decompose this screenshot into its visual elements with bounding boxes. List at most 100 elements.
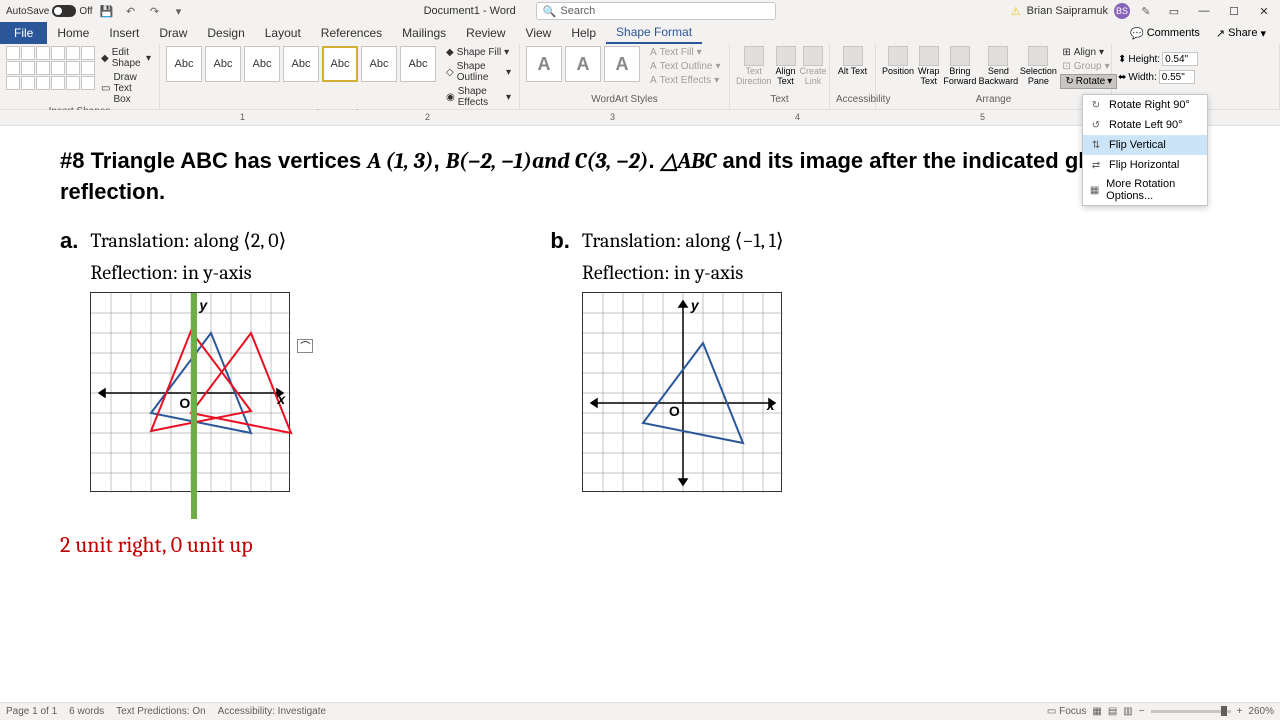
wrap-text-button[interactable]: Wrap Text bbox=[918, 46, 939, 87]
grid-b: y x O bbox=[582, 292, 782, 492]
height-icon: ⬍ bbox=[1118, 54, 1126, 65]
status-bar: Page 1 of 1 6 words Text Predictions: On… bbox=[0, 702, 1280, 720]
more-icon: ▦ bbox=[1089, 183, 1100, 197]
align-text-button[interactable]: Align Text bbox=[776, 46, 796, 87]
shape-gallery[interactable] bbox=[6, 46, 95, 90]
send-backward-button[interactable]: Send Backward bbox=[980, 46, 1016, 87]
word-count[interactable]: 6 words bbox=[69, 706, 104, 717]
minimize-icon[interactable]: — bbox=[1192, 1, 1216, 21]
alt-text-button[interactable]: Alt Text bbox=[836, 46, 869, 77]
flip-vertical-icon: ⇅ bbox=[1089, 138, 1103, 152]
shape-style-5[interactable]: Abc bbox=[322, 46, 358, 82]
rotate-button[interactable]: ↻ Rotate ▾ bbox=[1060, 74, 1117, 89]
tab-references[interactable]: References bbox=[311, 22, 392, 44]
rotate-left-icon: ↺ bbox=[1089, 118, 1103, 132]
zoom-level[interactable]: 260% bbox=[1248, 706, 1274, 717]
tab-review[interactable]: Review bbox=[456, 22, 515, 44]
maximize-icon[interactable]: ☐ bbox=[1222, 1, 1246, 21]
tab-draw[interactable]: Draw bbox=[149, 22, 197, 44]
wordart-style-3[interactable]: A bbox=[604, 46, 640, 82]
focus-mode[interactable]: ▭ Focus bbox=[1047, 706, 1086, 717]
problem-a: a. Translation: along ⟨2, 0⟩ Reflection:… bbox=[60, 228, 290, 492]
shape-style-6[interactable]: Abc bbox=[361, 46, 397, 82]
problem-statement: #8 Triangle ABC has vertices A (1, 3), B… bbox=[60, 146, 1220, 208]
shape-style-7[interactable]: Abc bbox=[400, 46, 436, 82]
share-button[interactable]: ↗ Share ▾ bbox=[1210, 25, 1272, 42]
autosave-toggle[interactable]: AutoSave Off bbox=[6, 5, 93, 17]
document-area[interactable]: #8 Triangle ABC has vertices A (1, 3), B… bbox=[0, 126, 1280, 706]
layout-options-handle[interactable]: ⌒ bbox=[297, 339, 313, 353]
pen-icon[interactable]: ✎ bbox=[1136, 1, 1156, 21]
tab-mailings[interactable]: Mailings bbox=[392, 22, 456, 44]
tab-home[interactable]: Home bbox=[47, 22, 99, 44]
zoom-in-icon[interactable]: + bbox=[1237, 706, 1243, 717]
edit-shape-button[interactable]: ◆ Edit Shape ▾ bbox=[99, 46, 153, 70]
width-input[interactable] bbox=[1159, 70, 1195, 84]
tab-design[interactable]: Design bbox=[197, 22, 254, 44]
selection-pane-button[interactable]: Selection Pane bbox=[1020, 46, 1056, 87]
rotate-right-90[interactable]: ↻Rotate Right 90° bbox=[1083, 95, 1207, 115]
warning-icon: ⚠ bbox=[1011, 5, 1021, 18]
more-rotation-options[interactable]: ▦More Rotation Options... bbox=[1083, 175, 1207, 205]
width-icon: ⬌ bbox=[1118, 72, 1126, 83]
tab-view[interactable]: View bbox=[516, 22, 562, 44]
grid-a: y x O ⌒ bbox=[90, 292, 290, 492]
user-name[interactable]: Brian Saipramuk bbox=[1027, 5, 1108, 17]
wordart-style-2[interactable]: A bbox=[565, 46, 601, 82]
shape-fill-button[interactable]: ◆ Shape Fill ▾ bbox=[444, 46, 513, 59]
customize-icon[interactable]: ▾ bbox=[169, 1, 189, 21]
shape-style-1[interactable]: Abc bbox=[166, 46, 202, 82]
shape-style-4[interactable]: Abc bbox=[283, 46, 319, 82]
bring-forward-button[interactable]: Bring Forward bbox=[943, 46, 976, 87]
shape-style-3[interactable]: Abc bbox=[244, 46, 280, 82]
zoom-slider[interactable] bbox=[1151, 710, 1231, 713]
shape-effects-button[interactable]: ◉ Shape Effects ▾ bbox=[444, 85, 513, 109]
accessibility-status[interactable]: Accessibility: Investigate bbox=[218, 706, 326, 717]
user-avatar[interactable]: BS bbox=[1114, 3, 1130, 19]
shape-style-2[interactable]: Abc bbox=[205, 46, 241, 82]
position-button[interactable]: Position bbox=[882, 46, 914, 77]
zoom-out-icon[interactable]: − bbox=[1139, 706, 1145, 717]
height-input[interactable] bbox=[1162, 52, 1198, 66]
rotate-left-90[interactable]: ↺Rotate Left 90° bbox=[1083, 115, 1207, 135]
text-outline-button: A Text Outline ▾ bbox=[648, 60, 723, 73]
document-title: Document1 - Word bbox=[424, 5, 516, 17]
tab-help[interactable]: Help bbox=[561, 22, 606, 44]
draw-text-box-button[interactable]: ▭ Draw Text Box bbox=[99, 71, 153, 106]
problem-b: b. Translation: along ⟨−1, 1⟩ Reflection… bbox=[550, 228, 783, 492]
page-status[interactable]: Page 1 of 1 bbox=[6, 706, 57, 717]
view-read-mode-icon[interactable]: ▤ bbox=[1108, 706, 1117, 717]
view-print-layout-icon[interactable]: ▦ bbox=[1092, 706, 1101, 717]
text-effects-button: A Text Effects ▾ bbox=[648, 74, 723, 87]
tab-insert[interactable]: Insert bbox=[99, 22, 149, 44]
tab-layout[interactable]: Layout bbox=[255, 22, 311, 44]
title-bar: AutoSave Off 💾 ↶ ↷ ▾ Document1 - Word 🔍 … bbox=[0, 0, 1280, 22]
tab-shape-format[interactable]: Shape Format bbox=[606, 22, 702, 44]
ribbon: ◆ Edit Shape ▾ ▭ Draw Text Box Insert Sh… bbox=[0, 44, 1280, 110]
search-input[interactable]: 🔍 Search bbox=[536, 2, 776, 20]
wordart-style-1[interactable]: A bbox=[526, 46, 562, 82]
text-predictions[interactable]: Text Predictions: On bbox=[116, 706, 205, 717]
text-fill-button: A Text Fill ▾ bbox=[648, 46, 723, 59]
undo-icon[interactable]: ↶ bbox=[121, 1, 141, 21]
close-icon[interactable]: ✕ bbox=[1252, 1, 1276, 21]
create-link-button: Create Link bbox=[800, 46, 827, 87]
flip-horizontal-icon: ⇄ bbox=[1089, 158, 1103, 172]
align-button[interactable]: ⊞ Align ▾ bbox=[1060, 46, 1117, 59]
ribbon-options-icon[interactable]: ▭ bbox=[1162, 1, 1186, 21]
flip-vertical[interactable]: ⇅Flip Vertical bbox=[1083, 135, 1207, 155]
save-icon[interactable]: 💾 bbox=[97, 1, 117, 21]
search-icon: 🔍 bbox=[543, 5, 557, 18]
rotate-menu: ↻Rotate Right 90° ↺Rotate Left 90° ⇅Flip… bbox=[1082, 94, 1208, 206]
group-button: ⊡ Group ▾ bbox=[1060, 60, 1117, 73]
view-web-layout-icon[interactable]: ▥ bbox=[1123, 706, 1132, 717]
redo-icon[interactable]: ↷ bbox=[145, 1, 165, 21]
comments-button[interactable]: 💬 Comments bbox=[1124, 25, 1206, 42]
rotate-right-icon: ↻ bbox=[1089, 98, 1103, 112]
annotation-text: 2 unit right, 0 unit up bbox=[60, 532, 1220, 558]
selected-line-shape[interactable] bbox=[191, 293, 197, 519]
tab-file[interactable]: File bbox=[0, 22, 47, 44]
shape-outline-button[interactable]: ◇ Shape Outline ▾ bbox=[444, 60, 513, 84]
ribbon-tabs: File Home Insert Draw Design Layout Refe… bbox=[0, 22, 1280, 44]
flip-horizontal[interactable]: ⇄Flip Horizontal bbox=[1083, 155, 1207, 175]
